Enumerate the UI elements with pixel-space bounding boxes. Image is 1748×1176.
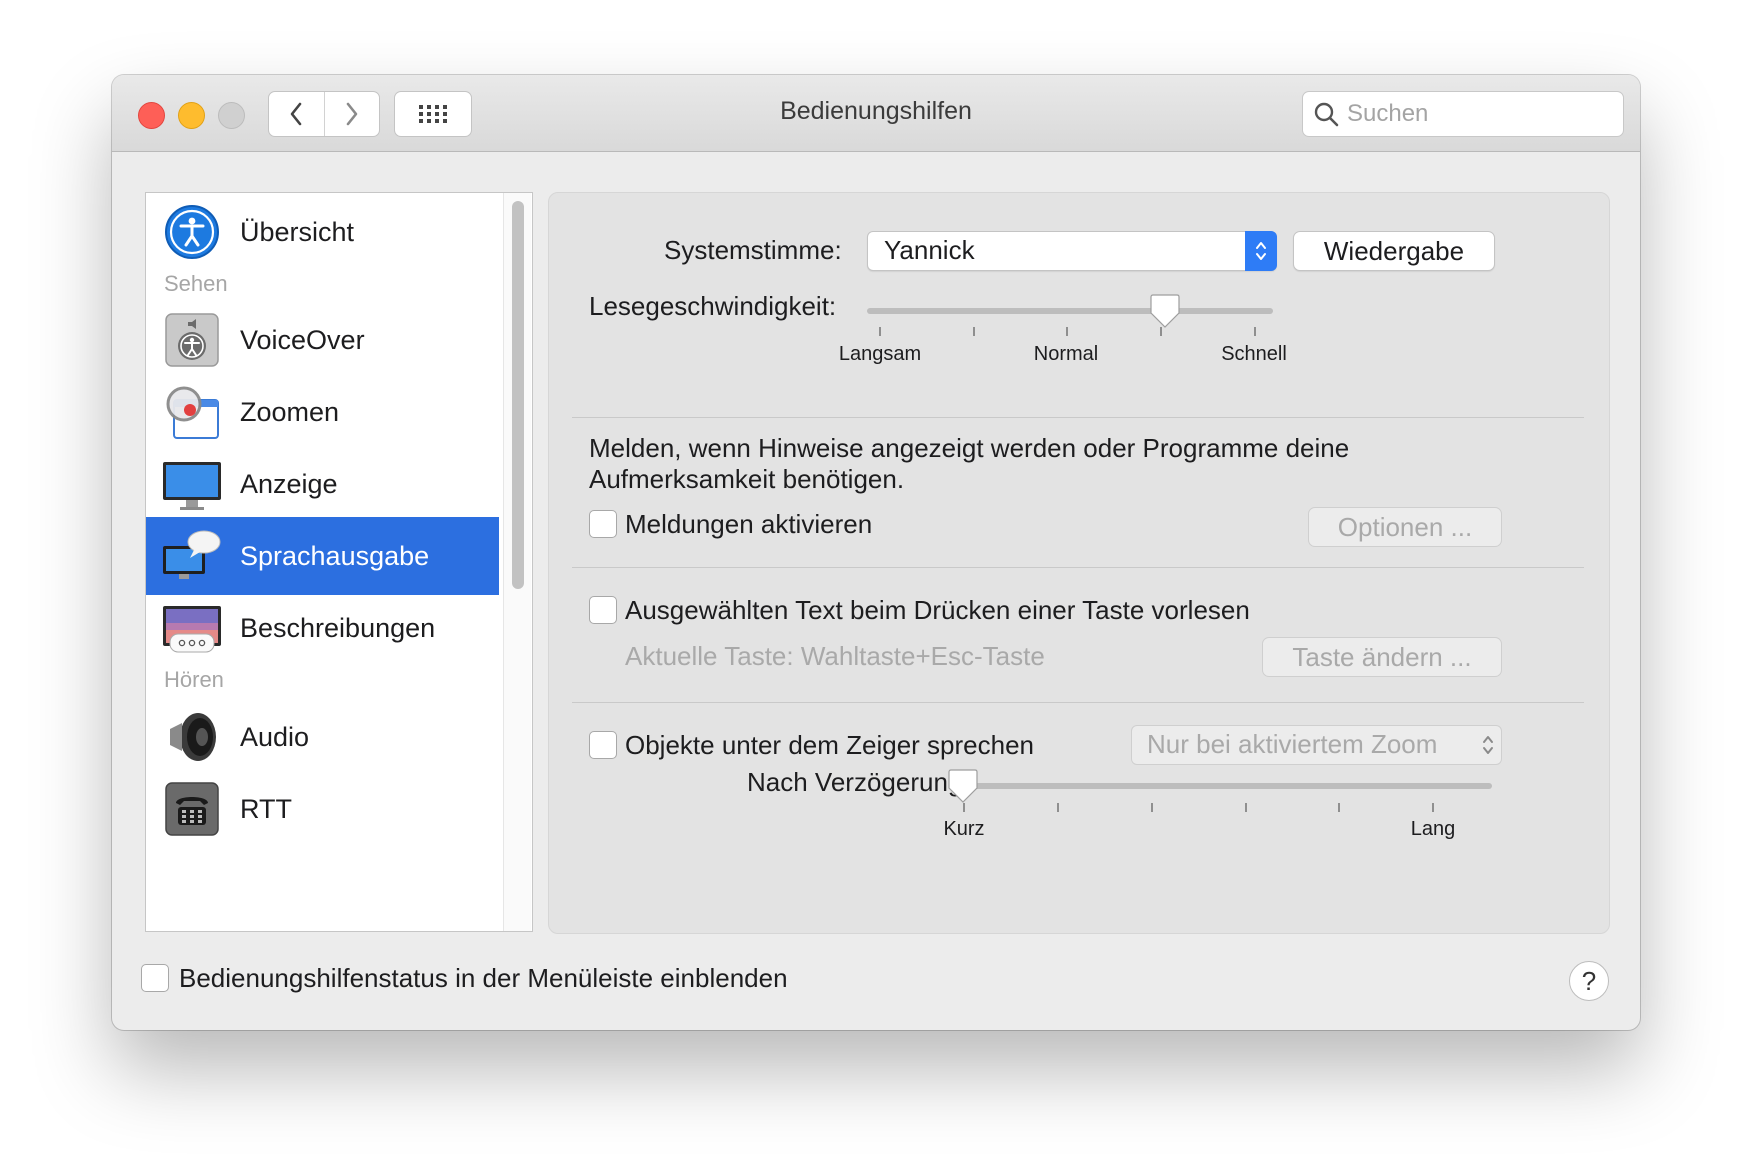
delay-thumb[interactable] (947, 768, 979, 804)
sidebar-item-label: Beschreibungen (240, 612, 436, 643)
menubar-status-checkbox[interactable] (141, 964, 169, 992)
section-label-hoeren: Hören (164, 667, 224, 692)
announce-description-line1: Melden, wenn Hinweise angezeigt werden o… (589, 433, 1350, 463)
speech-panel: Systemstimme: Yannick Wiedergabe Leseges… (548, 192, 1610, 934)
descriptions-icon (161, 597, 223, 659)
section-label-sehen: Sehen (164, 271, 228, 296)
zoom-icon (161, 381, 223, 443)
sidebar-item-zoomen[interactable]: Zoomen (146, 373, 499, 451)
delay-tick (963, 803, 965, 812)
search-field[interactable] (1302, 91, 1640, 137)
rate-tick (1066, 327, 1068, 336)
sidebar-item-label: VoiceOver (240, 324, 365, 355)
help-button[interactable]: ? (1569, 961, 1609, 1001)
voiceover-icon (161, 309, 223, 371)
sidebar-item-label: Anzeige (240, 468, 338, 499)
sidebar: Übersicht Sehen VoiceOver Zoomen Anzeige… (145, 192, 533, 932)
system-voice-value: Yannick (884, 235, 975, 265)
sidebar-item-uebersicht[interactable]: Übersicht (146, 193, 499, 271)
delay-tick (1151, 803, 1153, 812)
current-key-label: Aktuelle Taste: Wahltaste+Esc-Taste (625, 641, 1045, 671)
pointer-speak-checkbox[interactable] (589, 731, 617, 759)
search-icon (1313, 100, 1339, 128)
rate-tick-label-slow: Langsam (838, 343, 922, 365)
announce-checkbox-label: Meldungen aktivieren (625, 509, 873, 539)
rate-tick-label-fast: Schnell (1221, 343, 1287, 365)
announce-description-line2: Aufmerksamkeit benötigen. (589, 464, 905, 494)
delay-label: Nach Verzögerung: (747, 767, 970, 797)
display-icon (161, 453, 223, 515)
speaking-rate-thumb[interactable] (1149, 293, 1181, 329)
rate-tick-label-normal: Normal (1033, 343, 1099, 365)
scrollbar-thumb[interactable] (512, 201, 524, 589)
speak-selected-checkbox[interactable] (589, 596, 617, 624)
section-divider (572, 417, 1584, 418)
telephone-icon (161, 778, 223, 840)
rate-tick (973, 327, 975, 336)
delay-tick (1432, 803, 1434, 812)
speaking-rate-label: Lesegeschwindigkeit: (589, 291, 837, 321)
up-down-chevron-icon (1481, 733, 1495, 762)
sidebar-scrollbar[interactable] (503, 193, 531, 931)
sidebar-item-label: Übersicht (240, 216, 355, 247)
section-divider (572, 567, 1584, 568)
preferences-window: Bedienungshilfen Übersicht (112, 75, 1640, 1030)
options-button[interactable]: Optionen ... (1308, 507, 1502, 547)
delay-tick-label-long: Lang (1410, 818, 1456, 840)
sidebar-item-audio[interactable]: Audio (146, 698, 499, 776)
sidebar-item-label: Audio (240, 721, 310, 752)
speak-selected-label: Ausgewählten Text beim Drücken einer Tas… (625, 595, 1250, 625)
pointer-mode-popup[interactable]: Nur bei aktiviertem Zoom (1131, 725, 1502, 765)
rate-tick (1254, 327, 1256, 336)
sidebar-item-rtt[interactable]: RTT (146, 770, 499, 848)
sidebar-item-anzeige[interactable]: Anzeige (146, 445, 499, 523)
pointer-mode-value: Nur bei aktiviertem Zoom (1147, 729, 1438, 759)
announce-checkbox[interactable] (589, 510, 617, 538)
system-voice-label: Systemstimme: (664, 235, 842, 265)
title-bar: Bedienungshilfen (112, 75, 1640, 152)
search-input[interactable] (1345, 99, 1640, 129)
change-key-button[interactable]: Taste ändern ... (1262, 637, 1502, 677)
accessibility-icon (161, 201, 223, 263)
menubar-status-label: Bedienungshilfenstatus in der Menüleiste… (179, 963, 788, 993)
delay-slider[interactable] (953, 783, 1492, 789)
sidebar-item-beschreibungen[interactable]: Beschreibungen (146, 589, 499, 667)
delay-tick (1057, 803, 1059, 812)
sidebar-item-label: Zoomen (240, 396, 340, 427)
sidebar-item-voiceover[interactable]: VoiceOver (146, 301, 499, 379)
sidebar-item-label: Sprachausgabe (240, 540, 430, 571)
speaking-rate-slider[interactable] (867, 308, 1273, 314)
speaker-icon (161, 706, 223, 768)
up-down-chevron-icon (1245, 231, 1277, 271)
speech-icon (161, 525, 223, 587)
delay-tick (1245, 803, 1247, 812)
system-voice-popup[interactable]: Yannick (867, 231, 1277, 271)
delay-tick-label-short: Kurz (943, 818, 985, 840)
sidebar-item-sprachausgabe[interactable]: Sprachausgabe (146, 517, 499, 595)
section-divider (572, 702, 1584, 703)
sidebar-item-label: RTT (240, 793, 292, 824)
delay-tick (1338, 803, 1340, 812)
pointer-speak-label: Objekte unter dem Zeiger sprechen (625, 730, 1034, 760)
rate-tick (879, 327, 881, 336)
play-button[interactable]: Wiedergabe (1293, 231, 1495, 271)
